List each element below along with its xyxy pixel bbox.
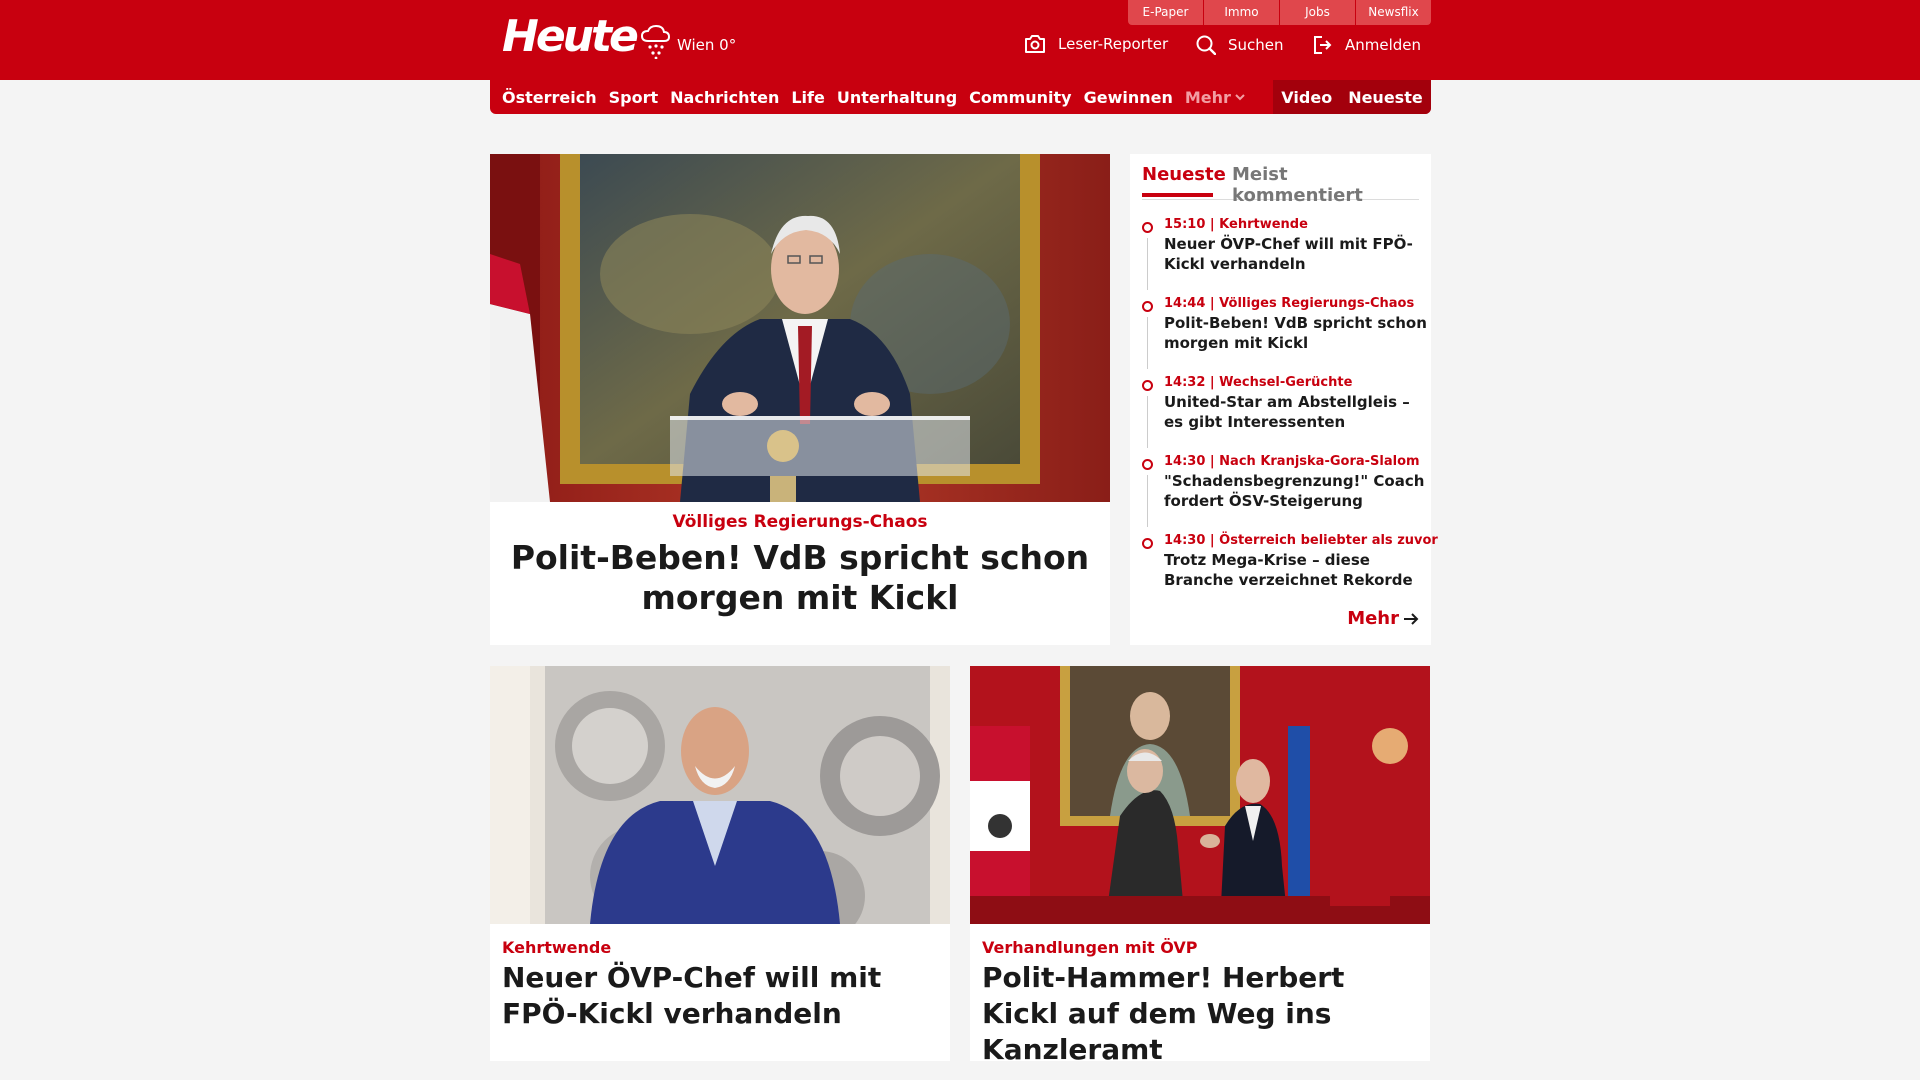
article-card[interactable]: Verhandlungen mit ÖVP Polit-Hammer! Herb… <box>970 666 1430 1066</box>
article-kicker: Verhandlungen mit ÖVP <box>982 938 1198 957</box>
article-image[interactable] <box>490 666 950 924</box>
search-button[interactable]: Suchen <box>1196 35 1284 55</box>
article-headline[interactable]: Polit-Hammer! Herbert Kickl auf dem Weg … <box>982 960 1418 1068</box>
nav-item-life[interactable]: Life <box>791 88 825 107</box>
feed-item[interactable]: 14:30 | Nach Kranjska-Gora-Slalom "Schad… <box>1142 453 1427 532</box>
camera-icon <box>1025 35 1045 53</box>
nav-neueste[interactable]: Neueste <box>1348 88 1423 107</box>
meta-tab-newsflix[interactable]: Newsflix <box>1356 0 1431 25</box>
search-label: Suchen <box>1228 36 1284 54</box>
hero-kicker: Völliges Regierungs-Chaos <box>672 512 928 532</box>
leser-reporter-link[interactable]: Leser-Reporter <box>1024 35 1168 53</box>
meta-tabs: E-Paper Immo Jobs Newsflix <box>1127 0 1431 25</box>
timeline-dot <box>1142 459 1153 470</box>
tab-neueste[interactable]: Neueste <box>1142 164 1226 197</box>
article-card[interactable]: Kehrtwende Neuer ÖVP-Chef will mit FPÖ-K… <box>490 666 950 1061</box>
meta-tab-immo[interactable]: Immo <box>1204 0 1279 25</box>
more-label: Mehr <box>1347 608 1399 629</box>
meta-tab-jobs[interactable]: Jobs <box>1280 0 1355 25</box>
feed-item-title[interactable]: Trotz Mega-Krise – diese Branche verzeic… <box>1164 550 1427 590</box>
chevron-down-icon <box>1235 93 1245 100</box>
nav-item-community[interactable]: Community <box>969 88 1071 107</box>
latest-news-sidebar: Neueste Meist kommentiert 15:10 | Kehrtw… <box>1130 154 1438 645</box>
nav-more-dropdown[interactable]: Mehr <box>1185 88 1245 107</box>
weather-location[interactable]: Wien 0° <box>677 36 736 54</box>
nav-right-group: Video Neueste <box>1273 80 1431 114</box>
feed-item-title[interactable]: United-Star am Abstellgleis – es gibt In… <box>1164 392 1427 432</box>
timeline-line <box>1147 396 1148 448</box>
timeline-dot <box>1142 222 1153 233</box>
timeline-line <box>1147 317 1148 369</box>
hero-image[interactable] <box>490 154 1110 502</box>
login-button[interactable]: Anmelden <box>1313 35 1421 55</box>
feed-item[interactable]: 15:10 | Kehrtwende Neuer ÖVP-Chef will m… <box>1142 216 1427 295</box>
article-headline[interactable]: Neuer ÖVP-Chef will mit FPÖ-Kickl verhan… <box>502 960 938 1032</box>
login-icon <box>1314 36 1332 54</box>
timeline-dot <box>1142 380 1153 391</box>
feed-item-title[interactable]: "Schadensbegrenzung!" Coach fordert ÖSV-… <box>1164 471 1427 511</box>
leser-reporter-label: Leser-Reporter <box>1058 35 1169 53</box>
nav-item-sport[interactable]: Sport <box>609 88 659 107</box>
feed-item-meta: 14:32 | Wechsel-Gerüchte <box>1164 375 1353 390</box>
hero-article[interactable]: Völliges Regierungs-Chaos Polit-Beben! V… <box>490 154 1110 645</box>
feed-item-meta: 14:44 | Völliges Regierungs-Chaos <box>1164 296 1415 311</box>
feed-item-meta: 14:30 | Österreich beliebter als zuvor <box>1164 533 1438 548</box>
timeline-dot <box>1142 301 1153 312</box>
timeline-line <box>1147 475 1148 527</box>
feed-item[interactable]: 14:30 | Österreich beliebter als zuvor T… <box>1142 532 1438 611</box>
nav-item-oesterreich[interactable]: Österreich <box>502 88 597 107</box>
feed-item[interactable]: 14:32 | Wechsel-Gerüchte United-Star am … <box>1142 374 1427 453</box>
article-image[interactable] <box>970 666 1430 924</box>
main-nav: Österreich Sport Nachrichten Life Unterh… <box>490 80 1431 114</box>
tab-meist-kommentiert[interactable]: Meist kommentiert <box>1232 164 1419 206</box>
nav-more-label: Mehr <box>1184 87 1231 107</box>
nav-item-gewinnen[interactable]: Gewinnen <box>1084 88 1173 107</box>
feed-item-meta: 14:30 | Nach Kranjska-Gora-Slalom <box>1164 454 1420 469</box>
search-icon <box>1196 35 1216 55</box>
meta-tab-epaper[interactable]: E-Paper <box>1128 0 1203 25</box>
feed-item-title[interactable]: Polit-Beben! VdB spricht schon morgen mi… <box>1164 313 1427 353</box>
feed-item-meta: 15:10 | Kehrtwende <box>1164 217 1308 232</box>
feed-item[interactable]: 14:44 | Völliges Regierungs-Chaos Polit-… <box>1142 295 1427 374</box>
login-label: Anmelden <box>1345 36 1422 54</box>
news-feed: 15:10 | Kehrtwende Neuer ÖVP-Chef will m… <box>1142 216 1438 611</box>
nav-item-nachrichten[interactable]: Nachrichten <box>670 88 779 107</box>
site-header: Heute Wien 0° E-Paper Immo Jobs Newsflix… <box>0 0 1920 80</box>
timeline-line <box>1147 238 1148 290</box>
weather-snow-icon <box>640 25 670 59</box>
sidebar-tabs: Neueste Meist kommentiert <box>1142 164 1419 206</box>
article-kicker: Kehrtwende <box>502 938 612 957</box>
nav-item-unterhaltung[interactable]: Unterhaltung <box>837 88 957 107</box>
nav-video[interactable]: Video <box>1281 88 1332 107</box>
arrow-right-icon <box>1404 612 1419 625</box>
hero-headline[interactable]: Polit-Beben! VdB spricht schon morgen mi… <box>500 538 1100 618</box>
timeline-dot <box>1142 538 1153 549</box>
feed-item-title[interactable]: Neuer ÖVP-Chef will mit FPÖ-Kickl verhan… <box>1164 234 1427 274</box>
sidebar-more-link[interactable]: Mehr <box>1347 608 1419 629</box>
site-logo[interactable]: Heute <box>502 13 639 61</box>
